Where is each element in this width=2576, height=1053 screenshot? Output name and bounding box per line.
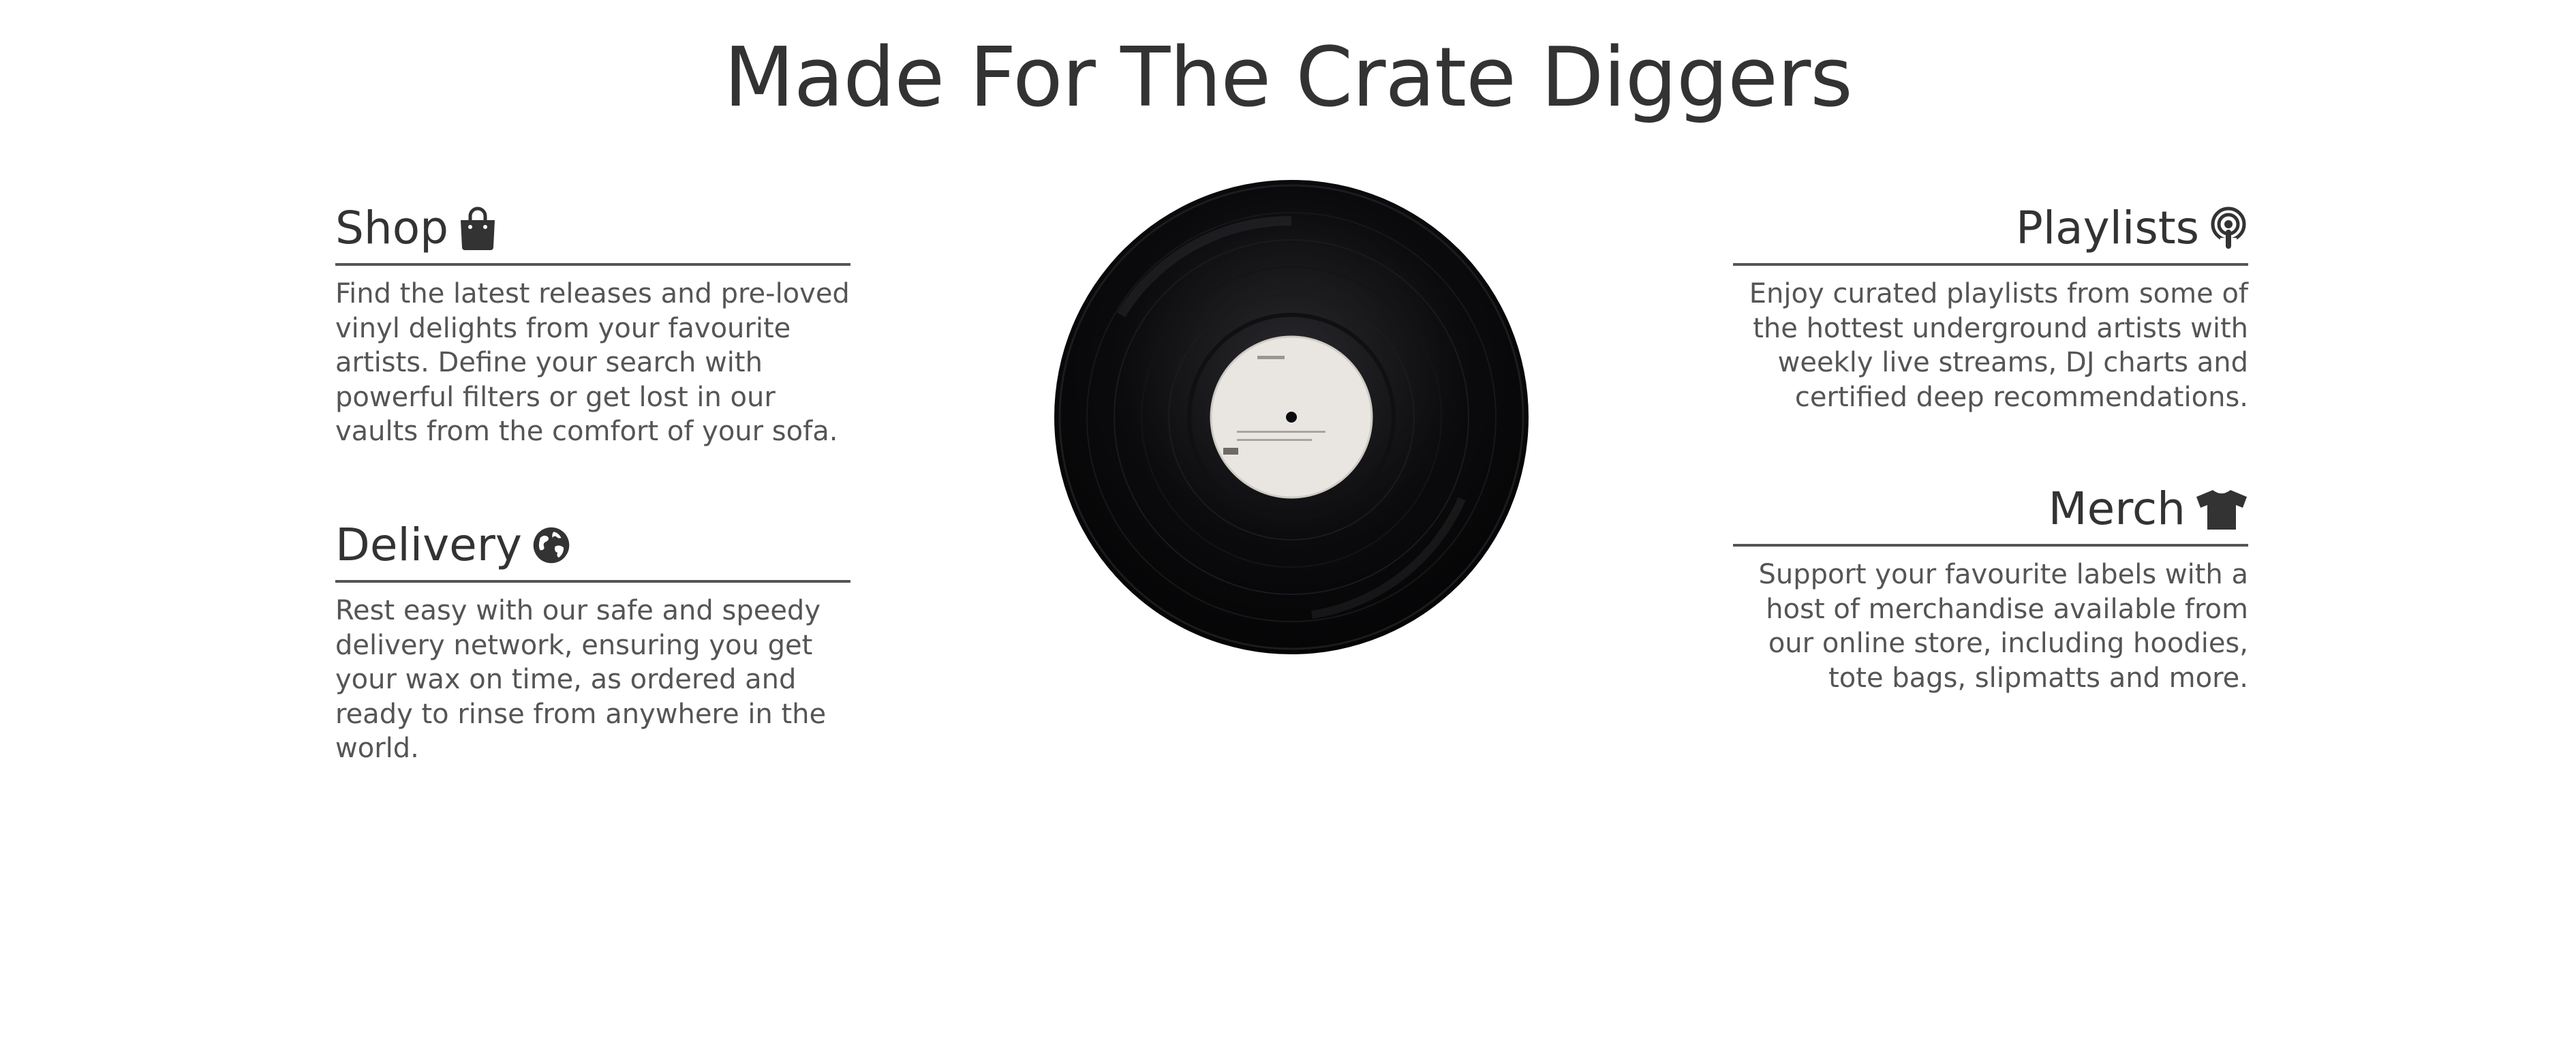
feature-delivery: Delivery Rest easy with our safe and spe…	[335, 515, 850, 766]
globe-icon	[532, 523, 571, 567]
tshirt-icon	[2195, 487, 2248, 531]
feature-merch-title: Merch	[2048, 483, 2186, 535]
feature-shop-header: Shop	[335, 198, 850, 266]
feature-shop: Shop Find the latest releases and pre-lo…	[335, 198, 850, 449]
feature-delivery-title: Delivery	[335, 519, 522, 571]
feature-delivery-header: Delivery	[335, 515, 850, 583]
page-title: Made For The Crate Diggers	[724, 31, 1853, 125]
vinyl-record-image	[1053, 179, 1530, 656]
feature-shop-description: Find the latest releases and pre-loved v…	[335, 278, 850, 447]
shopping-bag-icon	[458, 207, 497, 250]
feature-merch-description: Support your favourite labels with a hos…	[1758, 559, 2248, 694]
feature-playlists: Playlists Enjoy curated playlists from s…	[1733, 198, 2248, 414]
feature-playlists-description: Enjoy curated playlists from some of the…	[1749, 278, 2248, 413]
feature-playlists-title: Playlists	[2016, 202, 2199, 254]
feature-shop-title: Shop	[335, 202, 448, 254]
podcast-icon	[2209, 207, 2248, 250]
feature-merch-header: Merch	[1733, 478, 2248, 547]
feature-playlists-header: Playlists	[1733, 198, 2248, 266]
feature-delivery-description: Rest easy with our safe and speedy deliv…	[335, 595, 827, 764]
feature-merch: Merch Support your favourite labels with…	[1733, 478, 2248, 695]
